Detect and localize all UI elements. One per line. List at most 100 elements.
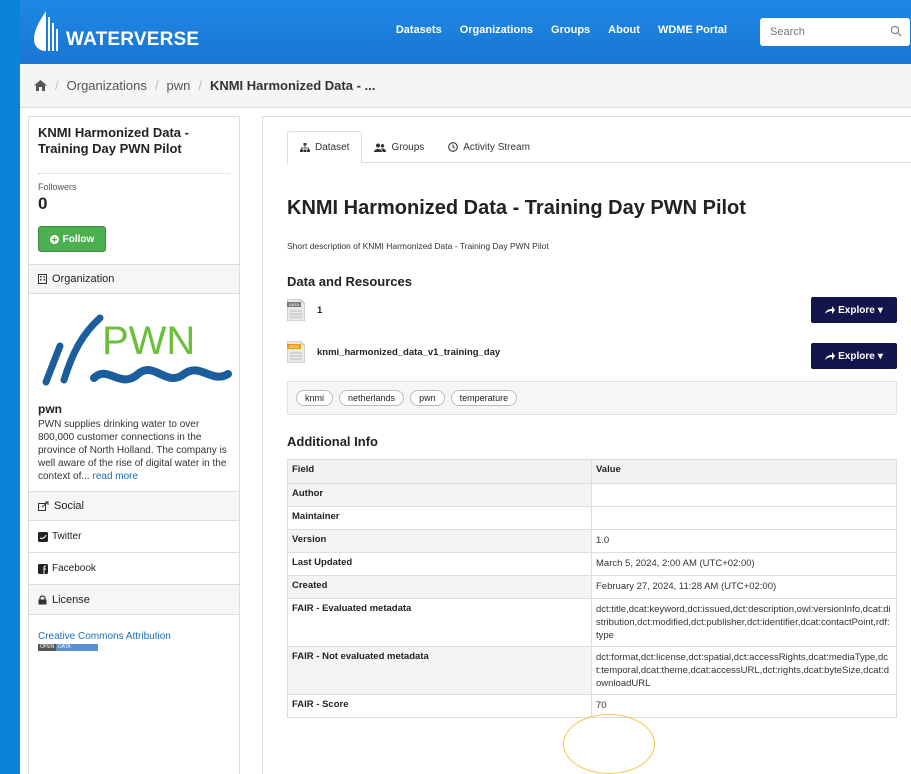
table-row: FAIR - Evaluated metadata dct:title,dcat… xyxy=(287,598,897,647)
field-name: Maintainer xyxy=(287,506,592,530)
org-name[interactable]: pwn xyxy=(29,398,239,416)
main-panel: Dataset Groups Activity Stream KNMI Harm… xyxy=(262,116,911,774)
social-heading: Social xyxy=(29,491,239,521)
resource-name[interactable]: knmi_harmonized_data_v1_training_day xyxy=(317,347,500,358)
breadcrumb-current[interactable]: KNMI Harmonized Data - ... xyxy=(210,78,375,93)
table-row: Maintainer xyxy=(287,506,897,530)
license-link[interactable]: Creative Commons Attribution xyxy=(29,615,239,644)
home-icon[interactable] xyxy=(34,80,47,91)
field-value xyxy=(591,483,897,507)
resources-heading: Data and Resources xyxy=(287,274,412,289)
org-description: PWN supplies drinking water to over 800,… xyxy=(29,416,239,491)
search-icon[interactable] xyxy=(890,25,902,37)
facebook-icon xyxy=(38,563,48,574)
field-name: Version xyxy=(287,529,592,553)
field-name: Author xyxy=(287,483,592,507)
table-row: FAIR - Not evaluated metadata dct:format… xyxy=(287,646,897,695)
divider xyxy=(38,173,230,174)
screen-border xyxy=(0,0,20,774)
breadcrumb-organizations[interactable]: Organizations xyxy=(67,78,147,93)
breadcrumb-pwn[interactable]: pwn xyxy=(166,78,190,93)
open-data-badge-right: DATA xyxy=(56,644,98,651)
column-header-field: Field xyxy=(287,459,592,484)
lock-icon xyxy=(38,595,47,604)
field-name: Created xyxy=(287,575,592,599)
organization-heading-label: Organization xyxy=(52,273,115,285)
tab-dataset-label: Dataset xyxy=(315,142,350,153)
page-content: KNMI Harmonized Data - Training Day PWN … xyxy=(20,108,911,774)
open-data-badge[interactable]: OPEN DATA xyxy=(38,644,98,651)
tab-dataset[interactable]: Dataset xyxy=(287,131,363,164)
explore-label: Explore xyxy=(838,304,875,316)
table-row: Last Updated March 5, 2024, 2:00 AM (UTC… xyxy=(287,552,897,576)
nav-wdme-portal[interactable]: WDME Portal xyxy=(649,24,736,36)
field-name: FAIR - Evaluated metadata xyxy=(287,598,592,647)
open-data-badge-left: OPEN xyxy=(38,644,57,651)
json-file-icon: JSON xyxy=(287,341,305,363)
tab-groups-label: Groups xyxy=(391,141,425,153)
breadcrumb-separator: / xyxy=(154,78,159,93)
follow-label: Follow xyxy=(62,233,95,245)
caret-down-icon: ▾ xyxy=(877,350,883,362)
table-header-row: Field Value xyxy=(287,459,897,484)
data-file-badge: DATA xyxy=(289,302,299,307)
clock-icon xyxy=(448,142,459,152)
share-arrow-icon xyxy=(825,352,836,360)
license-heading: License xyxy=(29,585,239,615)
followers-label: Followers xyxy=(38,182,77,192)
waterverse-logo-icon xyxy=(34,11,58,51)
field-name: FAIR - Not evaluated metadata xyxy=(287,646,592,695)
read-more-link[interactable]: read more xyxy=(92,471,138,482)
search-input[interactable] xyxy=(760,18,880,46)
nav-organizations[interactable]: Organizations xyxy=(451,24,542,36)
field-value: February 27, 2024, 11:28 AM (UTC+02:00) xyxy=(591,575,897,599)
main-nav: Datasets Organizations Groups About WDME… xyxy=(387,24,736,36)
field-value: dct:format,dct:license,dct:spatial,dct:a… xyxy=(591,646,897,695)
tag-pill[interactable]: temperature xyxy=(450,390,518,406)
tag-pill[interactable]: pwn xyxy=(410,390,445,406)
column-header-value: Value xyxy=(591,459,897,484)
social-twitter[interactable]: Twitter xyxy=(29,521,239,553)
tab-activity-stream-label: Activity Stream xyxy=(463,141,530,153)
resource-item[interactable]: DATA 1 Explore ▾ xyxy=(287,297,897,323)
sidebar-dataset-title: KNMI Harmonized Data - Training Day PWN … xyxy=(38,125,189,156)
brand-name: WATERVERSE xyxy=(66,29,200,50)
dataset-title: KNMI Harmonized Data - Training Day PWN … xyxy=(287,197,746,219)
breadcrumb-separator: / xyxy=(55,78,59,93)
social-facebook[interactable]: Facebook xyxy=(29,553,239,585)
nav-about[interactable]: About xyxy=(599,24,649,36)
followers-count: 0 xyxy=(38,194,48,213)
field-value: March 5, 2024, 2:00 AM (UTC+02:00) xyxy=(591,552,897,576)
social-facebook-label: Facebook xyxy=(52,563,96,574)
social-heading-label: Social xyxy=(54,500,84,512)
data-file-icon: DATA xyxy=(287,299,305,321)
tab-groups[interactable]: Groups xyxy=(362,131,436,163)
organization-heading: Organization xyxy=(29,264,239,294)
org-logo[interactable]: PWN xyxy=(38,304,232,398)
additional-info-table: Field Value Author Maintainer Version 1.… xyxy=(287,459,897,718)
plus-circle-icon xyxy=(49,234,59,244)
field-value: 1.0 xyxy=(591,529,897,553)
resource-name[interactable]: 1 xyxy=(317,305,322,316)
pwn-logo-icon: PWN xyxy=(42,314,232,386)
json-file-badge: JSON xyxy=(289,344,300,349)
tag-pill[interactable]: knmi xyxy=(296,390,334,406)
table-row: Author xyxy=(287,483,897,507)
field-name: FAIR - Score xyxy=(287,694,592,718)
table-row: Created February 27, 2024, 11:28 AM (UTC… xyxy=(287,575,897,599)
explore-button[interactable]: Explore ▾ xyxy=(811,343,897,369)
tag-pill[interactable]: netherlands xyxy=(339,390,405,406)
nav-groups[interactable]: Groups xyxy=(542,24,599,36)
field-name: Last Updated xyxy=(287,552,592,576)
building-icon xyxy=(38,274,47,284)
site-logo[interactable]: WATERVERSE xyxy=(32,6,232,56)
resource-item[interactable]: JSON knmi_harmonized_data_v1_training_da… xyxy=(287,339,897,369)
sidebar: KNMI Harmonized Data - Training Day PWN … xyxy=(28,116,240,774)
explore-button[interactable]: Explore ▾ xyxy=(811,297,897,323)
tab-activity-stream[interactable]: Activity Stream xyxy=(436,131,542,163)
nav-datasets[interactable]: Datasets xyxy=(387,24,451,36)
share-icon xyxy=(38,501,49,511)
follow-button[interactable]: Follow xyxy=(38,226,106,252)
breadcrumb: / Organizations / pwn / KNMI Harmonized … xyxy=(20,64,911,108)
social-twitter-label: Twitter xyxy=(52,531,82,542)
